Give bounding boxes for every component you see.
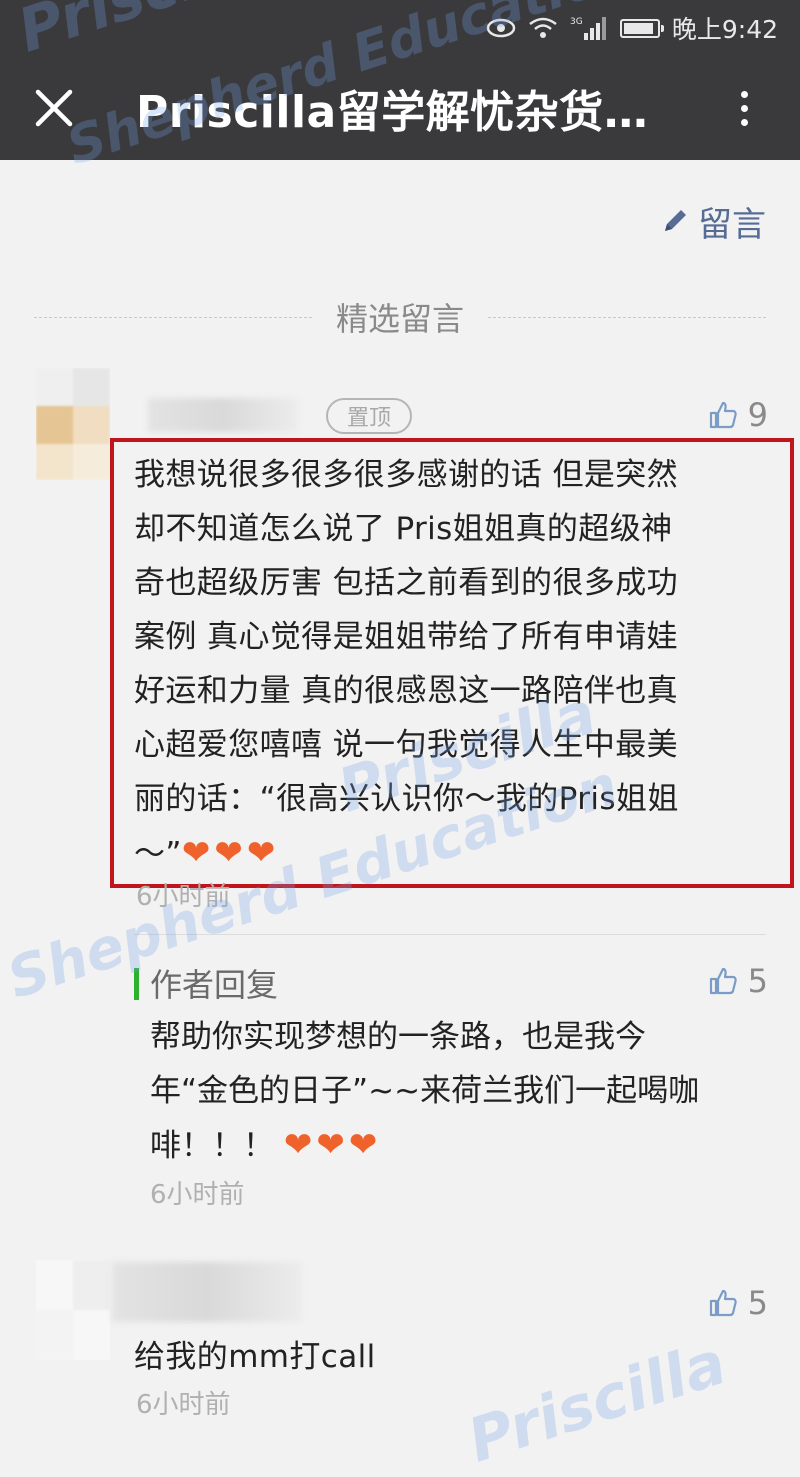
- comment-time: 6小时前: [136, 882, 231, 912]
- heart-emoji: ❤❤❤: [283, 1125, 382, 1165]
- pencil-icon: [665, 210, 686, 231]
- avatar[interactable]: [36, 1260, 110, 1360]
- author-reply-label: 作者回复: [150, 966, 279, 1004]
- write-comment-button[interactable]: 留言: [660, 196, 766, 246]
- nickname-blurred: [148, 398, 298, 432]
- comment-time: 6小时前: [136, 1390, 231, 1420]
- comment-text: 给我的mm打call: [134, 1339, 376, 1375]
- more-menu-button[interactable]: [724, 80, 764, 136]
- title-bar: 3G 晚上9:42 Priscilla留学解忧杂货…: [0, 0, 800, 160]
- wifi-icon: [528, 16, 558, 40]
- author-reply-marker: [134, 968, 139, 1000]
- nickname-blurred: [112, 1262, 302, 1322]
- signal-icon: 3G: [570, 15, 608, 41]
- heart-emoji: ❤❤❤: [181, 833, 280, 873]
- section-label: 精选留言: [336, 300, 465, 338]
- write-comment-label: 留言: [698, 204, 766, 245]
- eye-icon: [486, 17, 516, 39]
- reply-like-button[interactable]: 5: [708, 962, 768, 1000]
- thumbs-up-icon: [709, 1289, 737, 1317]
- thumbs-up-icon: [709, 967, 737, 995]
- clock: 晚上9:42: [671, 15, 778, 44]
- more-dot-icon: [740, 118, 748, 126]
- reply-time: 6小时前: [150, 1180, 245, 1210]
- section-divider: 精选留言: [34, 292, 767, 342]
- author-reply-text: 帮助你实现梦想的一条路，也是我今 年“金色的日子”~~来荷兰我们一起喝咖 啡！！…: [150, 1019, 700, 1165]
- like-button[interactable]: 9: [708, 396, 768, 434]
- svg-text:3G: 3G: [570, 17, 583, 27]
- pinned-badge: 置顶: [326, 398, 412, 434]
- more-dot-icon: [740, 90, 748, 98]
- avatar[interactable]: [36, 368, 110, 480]
- divider: [134, 934, 766, 935]
- thumbs-up-icon: [709, 401, 737, 429]
- comment-text: 我想说很多很多很多感谢的话 但是突然 却不知道怎么说了 Pris姐姐真的超级神 …: [134, 457, 679, 873]
- close-icon: [35, 89, 73, 127]
- like-count: 9: [747, 396, 768, 434]
- like-count: 5: [747, 962, 768, 1000]
- like-button[interactable]: 5: [708, 1284, 768, 1322]
- page-title: Priscilla留学解忧杂货…: [136, 87, 649, 138]
- like-count: 5: [747, 1284, 768, 1322]
- status-bar: 3G 晚上9:42: [486, 10, 778, 46]
- close-button[interactable]: [26, 80, 82, 136]
- more-dot-icon: [740, 104, 748, 112]
- battery-icon: [619, 18, 664, 38]
